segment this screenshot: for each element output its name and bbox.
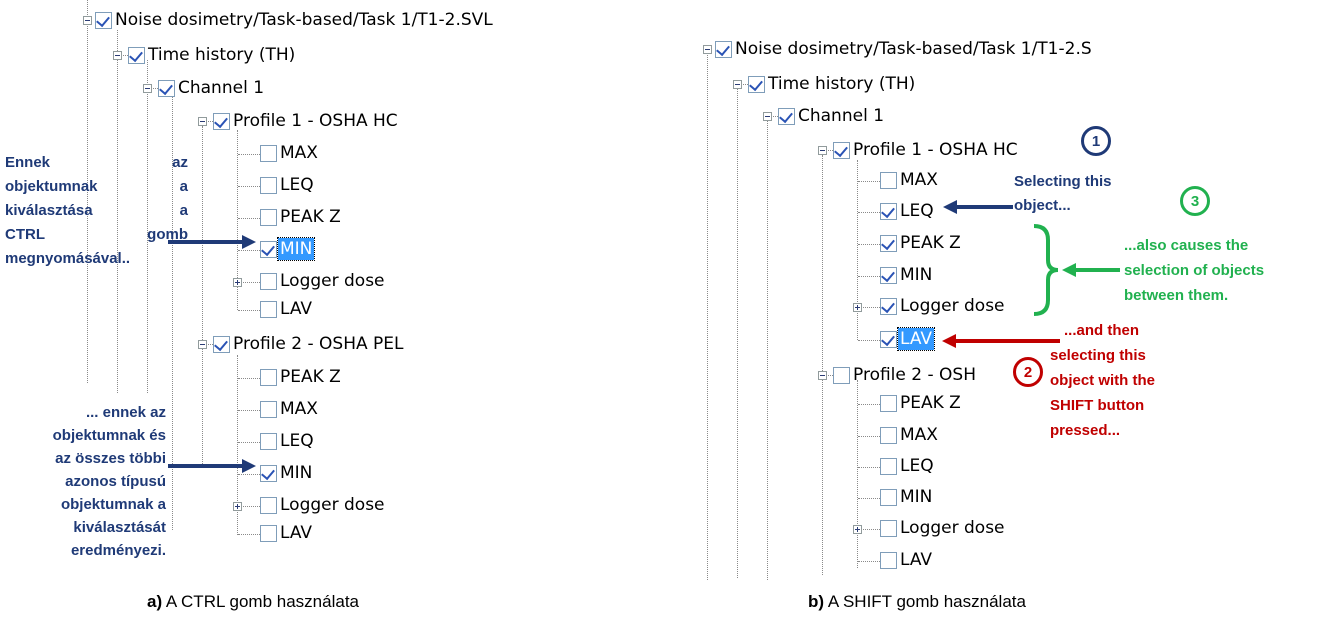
arrow-icon	[1062, 263, 1120, 277]
tree-node-profile2[interactable]: Profile 2 - OSH	[851, 364, 978, 386]
tree-guide	[858, 404, 880, 405]
tree-guide	[863, 307, 880, 308]
tree-node-profile1[interactable]: Profile 1 - OSHA HC	[851, 139, 1020, 161]
tree-guide	[737, 88, 738, 578]
arrow-icon	[942, 334, 1060, 348]
tree-node-logger-dose[interactable]: Logger dose	[898, 295, 1007, 317]
tree-guide	[858, 181, 880, 182]
tree-guide	[858, 340, 880, 341]
tree-node-min[interactable]: MIN	[898, 486, 934, 508]
annotation-then-l5: pressed...	[1050, 422, 1121, 439]
annotation-selecting-l2: object...	[1014, 197, 1071, 214]
tree-node-channel[interactable]: Channel 1	[796, 105, 886, 127]
time-history-checkbox[interactable]	[748, 76, 765, 93]
annotation-then-l2: selecting this	[1050, 347, 1146, 364]
tree-node-max[interactable]: MAX	[898, 169, 940, 191]
annotation-also-l2: selection of objects	[1124, 262, 1265, 279]
annotation-selecting-l1: Selecting this	[1014, 173, 1112, 190]
annotation-also-l3: between them.	[1124, 287, 1229, 304]
tree-node-min[interactable]: MIN	[898, 264, 934, 286]
collapse-toggle[interactable]	[733, 80, 742, 89]
profile2-checkbox[interactable]	[833, 367, 850, 384]
annotation-also-l1: ...also causes the	[1124, 237, 1249, 254]
item-checkbox[interactable]	[880, 331, 897, 348]
tree-guide	[858, 467, 880, 468]
annotation-then-l3: object with the	[1050, 372, 1155, 389]
caption-label: b)	[808, 592, 825, 611]
tree-guide	[858, 212, 880, 213]
collapse-toggle[interactable]	[703, 45, 712, 54]
root-checkbox[interactable]	[715, 41, 732, 58]
tree-node-time-history[interactable]: Time history (TH)	[766, 73, 917, 95]
caption-b: b) A SHIFT gomb használata	[808, 592, 1026, 612]
expand-toggle[interactable]	[853, 303, 862, 312]
profile1-checkbox[interactable]	[833, 142, 850, 159]
tree-guide	[707, 55, 708, 580]
item-checkbox[interactable]	[880, 427, 897, 444]
item-checkbox[interactable]	[880, 172, 897, 189]
arrow-icon	[943, 200, 1013, 214]
tree-guide	[858, 276, 880, 277]
item-checkbox[interactable]	[880, 267, 897, 284]
brace-icon	[1033, 224, 1059, 316]
item-checkbox[interactable]	[880, 552, 897, 569]
tree-node-max[interactable]: MAX	[898, 424, 940, 446]
tree-guide	[858, 498, 880, 499]
item-checkbox[interactable]	[880, 489, 897, 506]
tree-guide	[767, 120, 768, 580]
tree-guide	[822, 155, 823, 575]
collapse-toggle[interactable]	[763, 112, 772, 121]
tree-node-leq[interactable]: LEQ	[898, 200, 936, 222]
collapse-toggle[interactable]	[818, 371, 827, 380]
caption-text: A SHIFT gomb használata	[824, 592, 1026, 611]
tree-node-root[interactable]: Noise dosimetry/Task-based/Task 1/T1-2.S	[733, 38, 1094, 60]
annotation-then-l1: ...and then	[1064, 322, 1139, 339]
tree-guide	[858, 436, 880, 437]
item-checkbox[interactable]	[880, 520, 897, 537]
step-badge-2: 2	[1013, 357, 1043, 387]
collapse-toggle[interactable]	[818, 146, 827, 155]
item-checkbox[interactable]	[880, 458, 897, 475]
annotation-then-l4: SHIFT button	[1050, 397, 1145, 414]
item-checkbox[interactable]	[880, 395, 897, 412]
tree-node-leq[interactable]: LEQ	[898, 455, 936, 477]
tree-guide	[857, 160, 858, 340]
expand-toggle[interactable]	[853, 525, 862, 534]
item-checkbox[interactable]	[880, 298, 897, 315]
step-badge-3: 3	[1180, 186, 1210, 216]
tree-node-logger-dose[interactable]: Logger dose	[898, 517, 1007, 539]
tree-node-lav[interactable]: LAV	[898, 549, 934, 571]
tree-node-peak-z[interactable]: PEAK Z	[898, 392, 963, 414]
tree-node-peak-z[interactable]: PEAK Z	[898, 232, 963, 254]
tree-guide	[863, 529, 880, 530]
tree-guide	[858, 244, 880, 245]
tree-guide	[858, 561, 880, 562]
panel-b: Noise dosimetry/Task-based/Task 1/T1-2.S…	[0, 0, 1327, 637]
item-checkbox[interactable]	[880, 203, 897, 220]
item-checkbox[interactable]	[880, 235, 897, 252]
channel-checkbox[interactable]	[778, 108, 795, 125]
step-badge-1: 1	[1081, 126, 1111, 156]
tree-node-lav-selected[interactable]: LAV	[896, 327, 936, 351]
tree-guide	[857, 380, 858, 568]
